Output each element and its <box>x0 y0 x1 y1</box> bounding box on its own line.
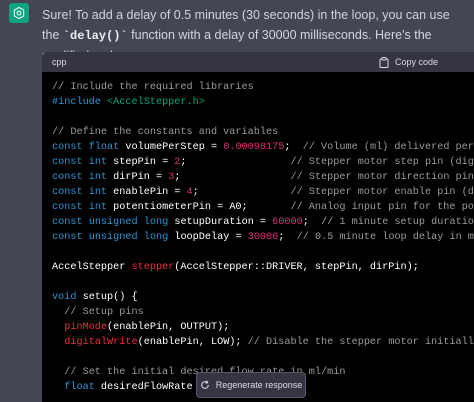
code-block-header: cpp Copy code <box>42 52 474 72</box>
clipboard-icon <box>379 56 389 68</box>
code-line: // Setup pins <box>64 307 144 318</box>
code-line: float desiredFlowRate = 5 <box>64 382 217 393</box>
code-line: const int stepPin = 2; // Stepper motor … <box>52 157 474 168</box>
regenerate-label: Regenerate response <box>215 380 303 390</box>
code-content: // Include the required libraries #inclu… <box>42 72 474 395</box>
code-line: const int potentiometerPin = A0; // Anal… <box>52 202 474 213</box>
code-line: const unsigned long loopDelay = 30000; /… <box>52 232 474 243</box>
assistant-avatar <box>9 3 29 23</box>
code-line: // Define the constants and variables <box>52 127 279 138</box>
code-block: cpp Copy code // Include the required li… <box>42 52 474 402</box>
copy-code-button[interactable]: Copy code <box>379 56 464 68</box>
code-line: AccelStepper stepper(AccelStepper::DRIVE… <box>52 262 419 273</box>
code-line: const float volumePerStep = 0.00098175; … <box>52 142 474 153</box>
code-line: void setup() { <box>52 292 138 303</box>
regenerate-response-button[interactable]: Regenerate response <box>196 372 306 398</box>
code-language-label: cpp <box>52 57 67 67</box>
code-line: pinMode(enablePin, OUTPUT); <box>64 322 230 333</box>
code-line: digitalWrite(enablePin, LOW); // Disable… <box>64 337 474 348</box>
refresh-icon <box>200 380 209 389</box>
inline-code-delay: `delay()` <box>62 29 128 43</box>
code-line: const unsigned long setupDuration = 6000… <box>52 217 474 228</box>
copy-code-label: Copy code <box>394 57 438 67</box>
code-line: const int enablePin = 4; // Stepper moto… <box>52 187 474 198</box>
code-line: // Include the required libraries <box>52 82 254 93</box>
code-line: #include <AccelStepper.h> <box>52 97 205 108</box>
code-line: const int dirPin = 3; // Stepper motor d… <box>52 172 474 183</box>
openai-logo-icon <box>13 6 25 20</box>
